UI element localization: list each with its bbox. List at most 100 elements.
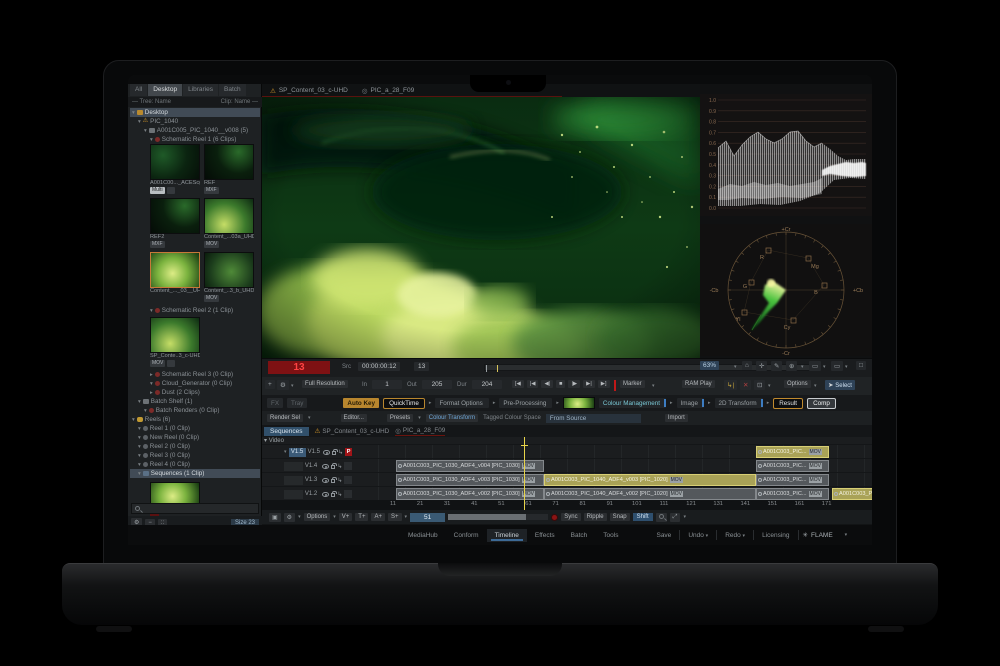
workspace-tab-timeline[interactable]: Timeline	[487, 529, 527, 542]
tree-sort-label[interactable]: — Tree: Name	[132, 99, 171, 105]
record-toggle[interactable]	[344, 462, 352, 470]
options-caret-icon[interactable]: ▾	[814, 383, 817, 389]
shift-button[interactable]: Shift	[633, 513, 653, 521]
tree-caret-icon[interactable]: ▾	[132, 417, 135, 423]
tree-item[interactable]: ▾⚠PIC_1040	[130, 117, 260, 126]
undo-caret-icon[interactable]: ▾	[706, 533, 709, 539]
tree-item[interactable]: ▸Dust (2 Clips)	[130, 388, 260, 397]
src-frame[interactable]: 13	[414, 362, 429, 371]
clip-thumbnail-image[interactable]	[204, 198, 254, 234]
panel-tab-libraries[interactable]: Libraries	[183, 84, 218, 96]
transport-button-0[interactable]: [◀	[512, 380, 524, 388]
transform-caret-icon[interactable]: ▸	[767, 400, 770, 406]
clip-thumbnail-image[interactable]	[150, 252, 200, 288]
sequence-tab-2[interactable]: ◎ PIC_a_28_F09	[395, 427, 445, 436]
gear-caret-icon[interactable]: ▾	[298, 514, 301, 520]
tree-caret-icon[interactable]: ▾	[138, 471, 141, 477]
presets-button[interactable]: Presets	[387, 414, 413, 422]
editor-button[interactable]: Editor...	[341, 414, 367, 422]
clip-thumbnail[interactable]: REFMXF	[204, 144, 254, 194]
tree-item[interactable]: ▾Reel 1 (0 Clip)	[130, 424, 260, 433]
auto-key-button[interactable]: Auto Key	[343, 398, 379, 408]
add-a-button[interactable]: A+	[371, 513, 385, 521]
resolution-button[interactable]: Full Resolution	[302, 380, 348, 388]
clip-thumbnail[interactable]: PIC_a_28_F09	[150, 482, 200, 520]
record-indicator[interactable]	[551, 514, 558, 521]
flame-brand[interactable]: ✳FLAME	[803, 531, 833, 539]
tree-caret-icon[interactable]: ▾	[138, 399, 141, 405]
pen-tool-button[interactable]: ✎	[771, 361, 782, 371]
panel-tab-batch[interactable]: Batch	[219, 84, 246, 96]
format-options-button[interactable]: Format Options	[435, 398, 488, 408]
panel-tab-all[interactable]: All	[130, 84, 147, 96]
tree-caret-icon[interactable]: ▾	[138, 453, 141, 459]
colour-transform-button[interactable]: Colour Transform	[426, 414, 478, 422]
visibility-eye-icon[interactable]	[322, 464, 329, 469]
loop-mode-icon[interactable]: ↳|	[724, 380, 737, 390]
add-view-button[interactable]: +	[265, 380, 275, 389]
dur-value[interactable]: 204	[472, 380, 502, 389]
tree-item[interactable]: ▾New Reel (0 Clip)	[130, 433, 260, 442]
tree-caret-icon[interactable]: ▸	[150, 372, 153, 378]
lock-icon[interactable]	[332, 451, 337, 455]
preproc-caret-icon[interactable]: ▸	[556, 400, 559, 406]
pre-processing-button[interactable]: Pre-Processing	[499, 398, 552, 408]
workspace-tab-conform[interactable]: Conform	[446, 529, 487, 542]
monitor-icon[interactable]: ▣	[269, 513, 281, 522]
tool-caret-icon[interactable]: ▾	[801, 364, 804, 370]
ram-play-button[interactable]: RAM Play	[682, 380, 715, 388]
visibility-eye-icon[interactable]	[323, 450, 329, 455]
ripple-button[interactable]: Ripple	[584, 513, 607, 521]
tl-options-caret-icon[interactable]: ▾	[333, 514, 336, 520]
fit-caret-icon[interactable]: ▾	[683, 514, 686, 520]
track-badge[interactable]	[284, 462, 303, 471]
vectorscope[interactable]: +Cr -Cr -Cb +Cb R Mg B G Yl Cy	[700, 224, 872, 356]
timeline-clip[interactable]: A001C003_PIC_1040_ADF4_v002 [PIC_1020]MO…	[544, 488, 756, 500]
record-toggle[interactable]	[344, 490, 352, 498]
undo-button[interactable]: Undo ▾	[684, 532, 712, 539]
sync-button[interactable]: Sync	[561, 513, 580, 521]
home-view-button[interactable]: ⌂	[742, 361, 752, 370]
track-caret-icon[interactable]: ▾	[284, 449, 287, 455]
tree-item[interactable]: ▾Cloud_Generator (0 Clip)	[130, 379, 260, 388]
tree-caret-icon[interactable]: ▾	[150, 137, 153, 143]
route-arrow-icon[interactable]: ↳	[337, 477, 342, 484]
workspace-tab-mediahub[interactable]: MediaHub	[400, 529, 446, 542]
mute-icon[interactable]: ✕	[740, 380, 751, 390]
redo-button[interactable]: Redo ▾	[721, 532, 749, 539]
src-timecode[interactable]: 00:00:00:12	[358, 362, 400, 371]
select-tool-button[interactable]: ➤ Select	[825, 380, 855, 390]
overlay-button[interactable]: ▭	[809, 361, 821, 371]
node-preview-thumbnail[interactable]	[563, 397, 595, 409]
route-arrow-icon[interactable]: ↳	[337, 491, 342, 498]
fit-timeline-button[interactable]: ⤢	[670, 513, 681, 522]
scrollbar-thumb[interactable]	[448, 514, 526, 520]
timeline-gear-icon[interactable]: ⚙	[284, 513, 295, 522]
tree-item[interactable]: ▾Reel 4 (0 Clip)	[130, 460, 260, 469]
extra-view-button[interactable]: □	[856, 361, 866, 370]
clip-thumbnail[interactable]: SP_Conte..3_c-UHDMOV	[150, 317, 200, 367]
clip-thumbnail-image[interactable]	[150, 198, 200, 234]
quicktime-caret-icon[interactable]: ▸	[429, 400, 432, 406]
tree-item[interactable]: ▾Reel 2 (0 Clip)	[130, 442, 260, 451]
viewer-zoom-select[interactable]: 63%	[700, 361, 719, 370]
visibility-eye-icon[interactable]	[322, 478, 329, 483]
add-s-button[interactable]: S+	[388, 513, 402, 521]
image-node-button[interactable]: Image	[677, 398, 705, 408]
target-tool-button[interactable]: ⊕	[786, 361, 797, 371]
clip-thumbnail-image[interactable]	[204, 144, 254, 180]
tree-caret-icon[interactable]: ▾	[132, 110, 135, 116]
in-value[interactable]: 1	[372, 380, 402, 389]
tree-caret-icon[interactable]: ▾	[138, 435, 141, 441]
timeline-clip[interactable]: A001C003_PIC_1030_ADF4_v004 [PIC_1030]MO…	[396, 460, 544, 472]
tree-item[interactable]: ▸Schematic Reel 3 (0 Clip)	[130, 370, 260, 379]
lock-icon[interactable]	[331, 479, 336, 483]
timeline-clip[interactable]: A001C003_PIC...MOV	[832, 488, 872, 500]
brand-caret-icon[interactable]: ▾	[845, 532, 848, 538]
tree-item[interactable]: ▾Batch Renders (0 Clip)	[130, 406, 260, 415]
colour-management-button[interactable]: Colour Management	[599, 398, 666, 408]
clip-thumbnail[interactable]: Content_..._03__UHD	[150, 252, 200, 302]
image-caret-icon[interactable]: ▸	[708, 400, 711, 406]
tree-caret-icon[interactable]: ▾	[138, 444, 141, 450]
out-value[interactable]: 205	[422, 380, 452, 389]
